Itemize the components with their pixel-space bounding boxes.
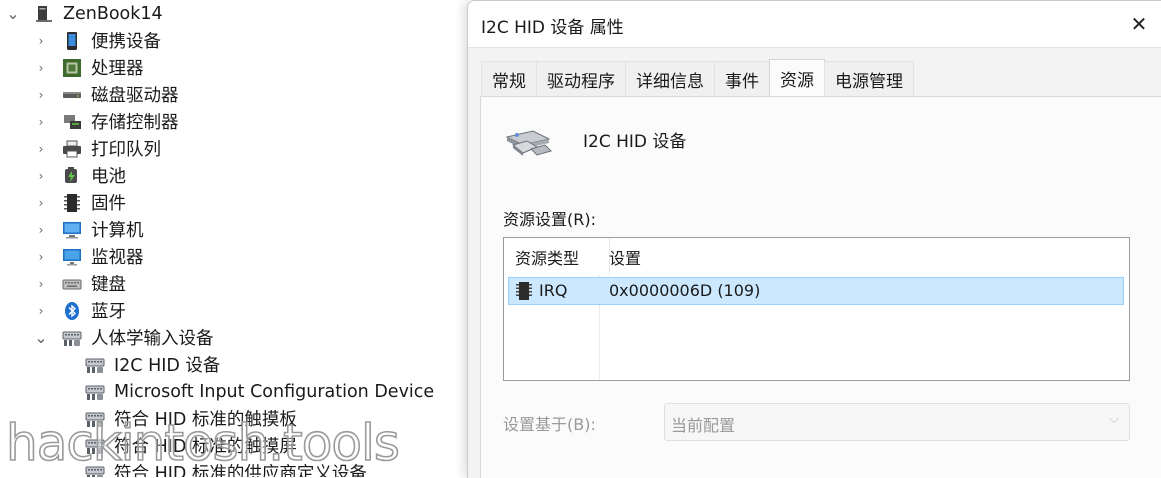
- setting-basis-select: 当前配置 ⌵: [664, 403, 1130, 441]
- computer-tower-icon: [34, 4, 54, 24]
- setting-basis-label: 设置基于(B):: [503, 415, 596, 434]
- tree-item-label: 处理器: [91, 59, 144, 79]
- tree-item[interactable]: 符合 HID 标准的触摸板: [85, 405, 297, 432]
- dialog-title: I2C HID 设备 属性: [481, 18, 624, 38]
- tree-item-label: 固件: [91, 194, 126, 214]
- chevron-down-icon: ⌵: [1109, 412, 1119, 427]
- tree-item[interactable]: ⌄ ZenBook14: [6, 0, 163, 27]
- resource-row[interactable]: IRQ 0x0000006D (109): [508, 277, 1124, 305]
- tree-item[interactable]: › 固件: [34, 189, 126, 216]
- column-header-setting[interactable]: 设置: [600, 238, 641, 275]
- tab-resources[interactable]: 资源: [769, 59, 825, 96]
- tree-item[interactable]: › 打印队列: [34, 135, 161, 162]
- close-button[interactable]: ✕: [1116, 1, 1161, 47]
- tree-item-label: 存储控制器: [91, 113, 179, 133]
- tree-item-label: 磁盘驱动器: [91, 86, 179, 106]
- dialog-titlebar: I2C HID 设备 属性 ✕: [468, 1, 1161, 48]
- tree-item-label: 符合 HID 标准的供应商定义设备: [114, 464, 367, 477]
- tree-item[interactable]: › 监视器: [34, 243, 144, 270]
- chevron-right-icon[interactable]: ›: [34, 61, 48, 75]
- tree-item[interactable]: 符合 HID 标准的触摸屏: [85, 432, 297, 459]
- resource-list[interactable]: 资源类型 设置 IRQ 0x0000006D (109): [503, 237, 1130, 381]
- resource-type-cell: IRQ: [539, 281, 568, 300]
- tree-item-label: 人体学输入设备: [91, 329, 214, 349]
- column-header-resource-type[interactable]: 资源类型: [504, 238, 610, 275]
- disk-drive-icon: [62, 85, 82, 105]
- chevron-right-icon[interactable]: ›: [34, 115, 48, 129]
- hid-icon: [85, 463, 105, 477]
- setting-basis-value: 当前配置: [671, 416, 736, 435]
- tree-item-label: 监视器: [91, 248, 144, 268]
- chevron-right-icon[interactable]: ›: [34, 169, 48, 183]
- computer-icon: [62, 220, 82, 240]
- tree-item[interactable]: 符合 HID 标准的供应商定义设备: [85, 459, 367, 477]
- hid-icon: [85, 436, 105, 456]
- tree-item-label: 便携设备: [91, 32, 161, 52]
- tree-item[interactable]: ⌄ 人体学输入设备: [34, 324, 214, 351]
- monitor-icon: [62, 247, 82, 267]
- chevron-right-icon[interactable]: ›: [34, 34, 48, 48]
- tree-item[interactable]: › 存储控制器: [34, 108, 179, 135]
- tree-item-label: I2C HID 设备: [114, 356, 221, 376]
- tree-item[interactable]: Microsoft Input Configuration Device: [85, 378, 434, 405]
- tree-item-label: 蓝牙: [91, 302, 126, 322]
- chevron-right-icon[interactable]: ›: [34, 250, 48, 264]
- hid-icon: [85, 382, 105, 402]
- tree-item[interactable]: I2C HID 设备: [85, 351, 220, 378]
- bluetooth-icon: [62, 301, 82, 321]
- tab-events[interactable]: 事件: [714, 61, 770, 96]
- resource-setting-cell: 0x0000006D (109): [609, 281, 761, 300]
- hid-device-icon: [503, 127, 553, 161]
- tree-item-label: ZenBook14: [63, 3, 163, 24]
- tab-general[interactable]: 常规: [481, 61, 537, 96]
- tree-item-label: 打印队列: [91, 140, 161, 160]
- resources-panel: I2C HID 设备 资源设置(R): 资源类型 设置 IRQ 0x000000…: [480, 96, 1161, 478]
- hid-icon: [85, 409, 105, 429]
- processor-icon: [62, 58, 82, 78]
- chevron-right-icon[interactable]: ›: [34, 223, 48, 237]
- close-icon: ✕: [1130, 12, 1148, 36]
- chevron-down-icon[interactable]: ⌄: [6, 4, 20, 23]
- chevron-right-icon[interactable]: ›: [34, 142, 48, 156]
- chevron-right-icon[interactable]: ›: [34, 196, 48, 210]
- tab-driver[interactable]: 驱动程序: [536, 61, 626, 96]
- tree-item-label: 符合 HID 标准的触摸板: [114, 410, 297, 430]
- hid-icon: [62, 328, 82, 348]
- tab-power-management[interactable]: 电源管理: [824, 61, 914, 96]
- firmware-icon: [62, 193, 82, 213]
- chip-icon: [515, 281, 533, 301]
- portable-device-icon: [62, 31, 82, 51]
- tree-item-label: 计算机: [91, 221, 144, 241]
- tree-item[interactable]: › 键盘: [34, 270, 126, 297]
- storage-controller-icon: [62, 112, 82, 132]
- tree-item[interactable]: › 处理器: [34, 54, 144, 81]
- tree-item[interactable]: › 磁盘驱动器: [34, 81, 179, 108]
- chevron-right-icon[interactable]: ›: [34, 277, 48, 291]
- tree-item-label: 电池: [91, 167, 126, 187]
- properties-dialog: I2C HID 设备 属性 ✕ 常规 驱动程序 详细信息 事件 资源 电源管理 …: [467, 0, 1161, 478]
- chevron-down-icon[interactable]: ⌄: [34, 328, 48, 347]
- device-name: I2C HID 设备: [583, 132, 687, 152]
- device-tree[interactable]: ⌄ ZenBook14 › 便携设备 › 处理器 › 磁盘驱动器 › 存储控制器 › 打印队列 › 电池 ›…: [0, 0, 468, 477]
- hid-icon: [85, 355, 105, 375]
- tree-item-label: Microsoft Input Configuration Device: [114, 381, 435, 402]
- chevron-right-icon[interactable]: ›: [34, 304, 48, 318]
- tree-item[interactable]: › 电池: [34, 162, 126, 189]
- printer-icon: [62, 139, 82, 159]
- tree-item-label: 键盘: [91, 275, 126, 295]
- battery-icon: [62, 166, 82, 186]
- tree-item[interactable]: › 计算机: [34, 216, 144, 243]
- tab-details[interactable]: 详细信息: [625, 61, 715, 96]
- tab-bar: 常规 驱动程序 详细信息 事件 资源 电源管理: [481, 59, 914, 96]
- keyboard-icon: [62, 274, 82, 294]
- resource-settings-label: 资源设置(R):: [503, 210, 596, 229]
- tree-item[interactable]: › 蓝牙: [34, 297, 126, 324]
- tree-item[interactable]: › 便携设备: [34, 27, 161, 54]
- chevron-right-icon[interactable]: ›: [34, 88, 48, 102]
- tree-item-label: 符合 HID 标准的触摸屏: [114, 437, 297, 457]
